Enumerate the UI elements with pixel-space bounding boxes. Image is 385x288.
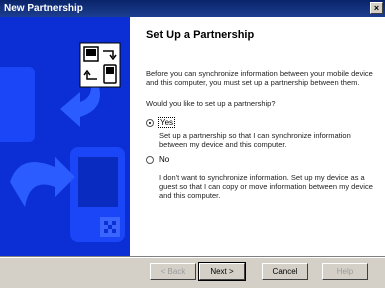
yes-radio[interactable]	[146, 119, 154, 127]
intro-text: Before you can synchronize information b…	[146, 69, 373, 87]
window-title: New Partnership	[4, 3, 83, 14]
yes-radio-label[interactable]: Yes	[157, 117, 176, 128]
next-button[interactable]: Next >	[198, 262, 246, 281]
button-separator	[0, 256, 385, 258]
sync-illustration-icon	[0, 17, 130, 256]
wizard-content: Set Up a Partnership Before you can sync…	[130, 17, 385, 256]
help-button[interactable]: Help	[322, 263, 368, 280]
no-radio-label[interactable]: No	[159, 155, 169, 164]
back-button[interactable]: < Back	[150, 263, 196, 280]
wizard-illustration	[0, 17, 130, 256]
close-button[interactable]: ×	[370, 2, 383, 14]
yes-description: Set up a partnership so that I can synch…	[159, 131, 351, 149]
no-description: I don't want to synchronize information.…	[159, 173, 373, 200]
cancel-button[interactable]: Cancel	[262, 263, 308, 280]
page-title: Set Up a Partnership	[146, 29, 255, 41]
no-radio[interactable]	[146, 156, 154, 164]
window-titlebar: New Partnership ×	[0, 0, 385, 17]
partnership-question: Would you like to set up a partnership?	[146, 99, 276, 108]
